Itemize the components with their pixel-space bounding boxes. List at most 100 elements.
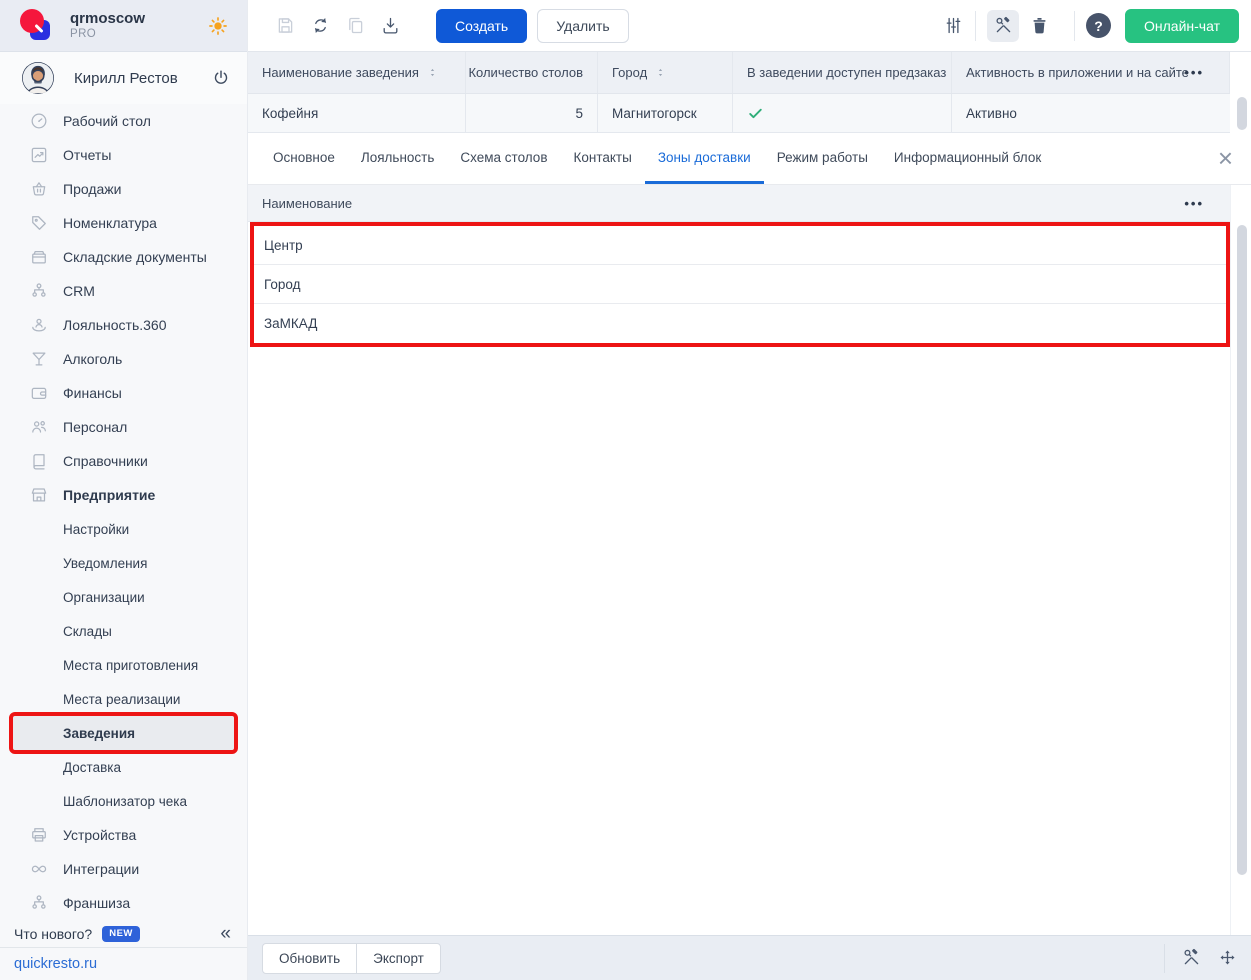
sidebar: qrmoscow PRO Кирилл Рестов Рабочий столО… (0, 0, 248, 980)
main-area: Создать Удалить ? Онлайн-чат Наименовани… (248, 0, 1251, 980)
column-header-venue-name[interactable]: Наименование заведения (248, 52, 466, 93)
tools-icon[interactable] (987, 10, 1019, 42)
person-orbit-icon (27, 313, 51, 337)
zone-row[interactable]: Город (254, 265, 1226, 304)
sidebar-item-finance[interactable]: Финансы (13, 376, 234, 410)
toolbar-divider (1074, 11, 1075, 41)
tab-working-hours[interactable]: Режим работы (764, 133, 881, 184)
tab-general[interactable]: Основное (260, 133, 348, 184)
column-label: Активность в приложении и на сайте (966, 65, 1189, 80)
column-header-preorder[interactable]: В заведении доступен предзаказ (733, 52, 952, 93)
move-icon[interactable] (1217, 947, 1239, 969)
sidebar-item-notifications[interactable]: Уведомления (13, 546, 234, 580)
logout-power-icon[interactable] (211, 68, 231, 88)
copy-icon[interactable] (344, 15, 366, 37)
refresh-button[interactable]: Обновить (262, 943, 357, 974)
create-button[interactable]: Создать (436, 9, 527, 43)
sidebar-item-organizations[interactable]: Организации (13, 580, 234, 614)
venue-table-row[interactable]: Кофейня 5 Магнитогорск Активно (248, 94, 1230, 133)
sidebar-item-settings[interactable]: Настройки (13, 512, 234, 546)
tab-info-block[interactable]: Информационный блок (881, 133, 1054, 184)
sidebar-item-label: Склады (63, 624, 112, 639)
content-filler (248, 347, 1251, 935)
delete-button[interactable]: Удалить (537, 9, 628, 43)
filter-sliders-icon[interactable] (942, 15, 964, 37)
tab-contacts[interactable]: Контакты (561, 133, 645, 184)
download-icon[interactable] (379, 15, 401, 37)
sidebar-item-receipt-template[interactable]: Шаблонизатор чека (13, 784, 234, 818)
sidebar-item-integrations[interactable]: Интеграции (13, 852, 234, 886)
venue-city-cell[interactable]: Магнитогорск (598, 94, 733, 132)
sidebar-item-venues[interactable]: Заведения (13, 716, 234, 750)
sidebar-item-sale-places[interactable]: Места реализации (13, 682, 234, 716)
sidebar-item-delivery[interactable]: Доставка (13, 750, 234, 784)
detail-tabs: ОсновноеЛояльностьСхема столовКонтактыЗо… (248, 133, 1251, 185)
sidebar-item-devices[interactable]: Устройства (13, 818, 234, 852)
sidebar-item-directories[interactable]: Справочники (13, 444, 234, 478)
sort-arrows-icon[interactable] (426, 66, 439, 79)
sidebar-item-enterprise[interactable]: Предприятие (13, 478, 234, 512)
toolbar-divider (975, 11, 976, 41)
sidebar-item-sales[interactable]: Продажи (13, 172, 234, 206)
tools-icon[interactable] (1181, 947, 1203, 969)
toolbar-right-group: ? Онлайн-чат (942, 9, 1239, 43)
reports-icon (27, 143, 51, 167)
martini-icon (27, 347, 51, 371)
sidebar-item-nomenclature[interactable]: Номенклатура (13, 206, 234, 240)
trash-icon[interactable] (1028, 15, 1050, 37)
tab-delivery-zones[interactable]: Зоны доставки (645, 133, 764, 184)
tab-table-scheme[interactable]: Схема столов (447, 133, 560, 184)
sidebar-item-dashboard[interactable]: Рабочий стол (13, 104, 234, 138)
zone-row[interactable]: Центр (254, 226, 1226, 265)
venue-name-cell[interactable]: Кофейня (248, 94, 466, 132)
column-header-city[interactable]: Город (598, 52, 733, 93)
sidebar-item-label: CRM (63, 283, 95, 299)
sidebar-item-warehouses[interactable]: Склады (13, 614, 234, 648)
sidebar-item-label: Места реализации (63, 692, 180, 707)
venue-preorder-cell[interactable] (733, 94, 952, 132)
venue-activity-cell[interactable]: Активно (952, 94, 1230, 132)
sidebar-item-label: Отчеты (63, 147, 111, 163)
panel-scrollbar-thumb[interactable] (1237, 225, 1247, 875)
sidebar-item-warehouse-docs[interactable]: Складские документы (13, 240, 234, 274)
sidebar-item-crm[interactable]: CRM (13, 274, 234, 308)
refresh-icon[interactable] (309, 15, 331, 37)
column-header-tables-count[interactable]: Количество столов (466, 52, 598, 93)
tab-loyalty[interactable]: Лояльность (348, 133, 448, 184)
sidebar-item-alcohol[interactable]: Алкоголь (13, 342, 234, 376)
export-button[interactable]: Экспорт (356, 943, 441, 974)
sidebar-item-label: Справочники (63, 453, 148, 469)
sidebar-item-label: Уведомления (63, 556, 147, 571)
column-label: Количество столов (468, 65, 583, 80)
wallet-icon (27, 381, 51, 405)
footer-bar: Обновить Экспорт (248, 935, 1251, 980)
sidebar-item-franchise[interactable]: Франшиза (13, 886, 234, 920)
sidebar-item-label: Лояльность.360 (63, 317, 167, 333)
printer-icon (27, 823, 51, 847)
save-icon[interactable] (274, 15, 296, 37)
site-link[interactable]: quickresto.ru (14, 956, 97, 972)
close-icon[interactable]: × (1218, 133, 1233, 184)
theme-sun-icon[interactable] (207, 15, 229, 37)
sidebar-item-label: Продажи (63, 181, 121, 197)
help-icon[interactable]: ? (1086, 13, 1111, 38)
zones-more-menu-icon[interactable]: ••• (1184, 185, 1204, 221)
box-icon (27, 245, 51, 269)
collapse-sidebar-icon[interactable]: « (220, 924, 231, 943)
online-chat-button[interactable]: Онлайн-чат (1125, 9, 1239, 43)
whats-new-label[interactable]: Что нового? (14, 926, 92, 942)
columns-more-menu-icon[interactable]: ••• (1184, 52, 1204, 93)
sidebar-item-loyalty360[interactable]: Лояльность.360 (13, 308, 234, 342)
sidebar-item-prep-places[interactable]: Места приготовления (13, 648, 234, 682)
venue-tables-cell[interactable]: 5 (466, 94, 598, 132)
sidebar-item-reports[interactable]: Отчеты (13, 138, 234, 172)
sidebar-item-staff[interactable]: Персонал (13, 410, 234, 444)
sort-arrows-icon[interactable] (654, 66, 667, 79)
sidebar-item-label: Номенклатура (63, 215, 157, 231)
table-scrollbar-thumb[interactable] (1237, 97, 1247, 130)
sidebar-item-label: Персонал (63, 419, 127, 435)
basket-icon (27, 177, 51, 201)
user-row[interactable]: Кирилл Рестов (0, 52, 247, 104)
zone-row[interactable]: ЗаМКАД (254, 304, 1226, 343)
column-label: Наименование заведения (262, 65, 419, 80)
